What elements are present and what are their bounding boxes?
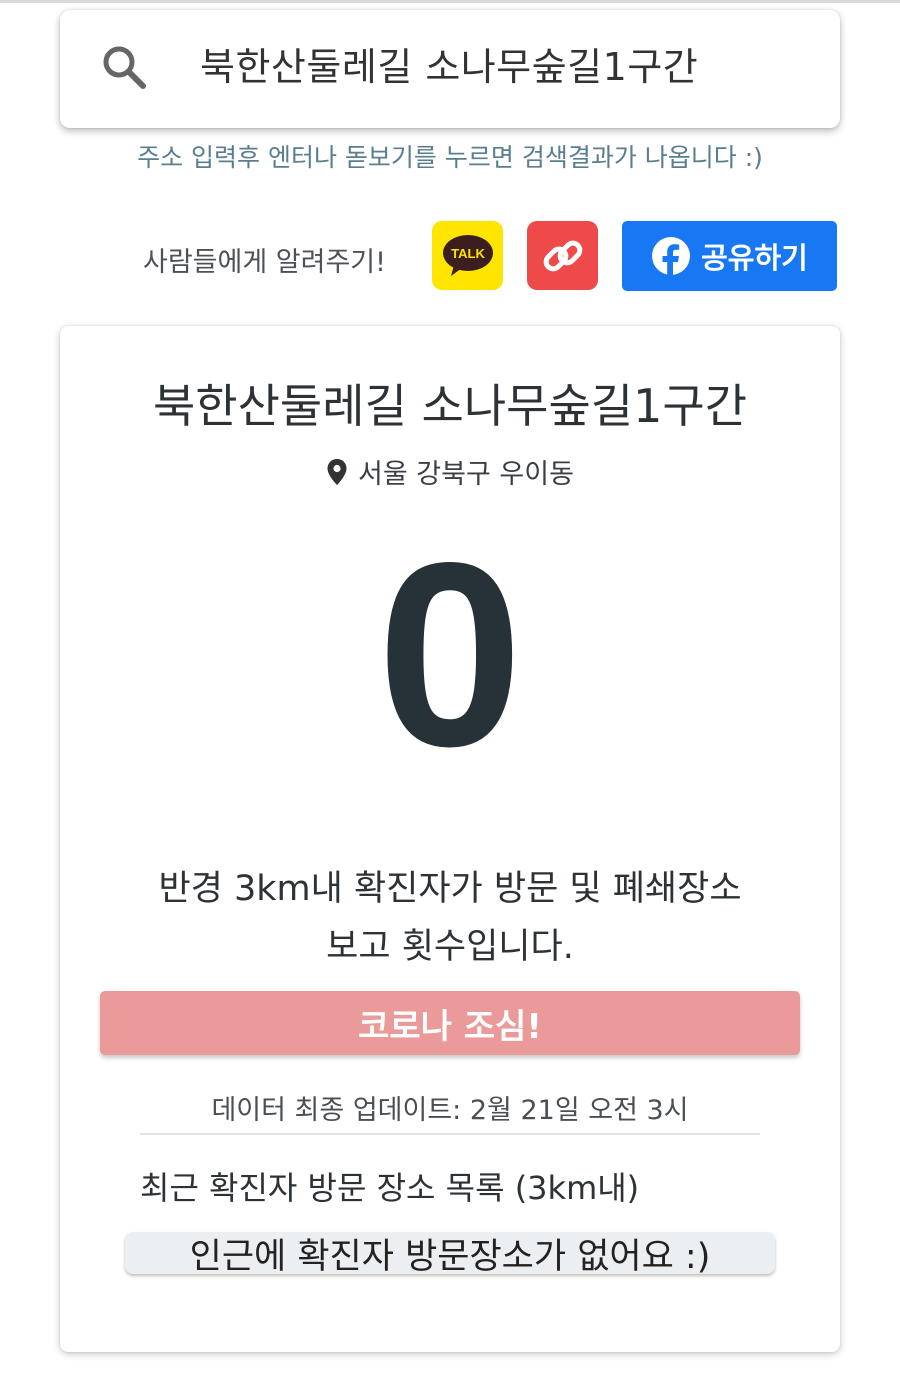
share-label: 사람들에게 알려주기!	[143, 247, 386, 278]
visit-count: 0	[377, 508, 523, 801]
facebook-share-label: 공유하기	[701, 241, 808, 275]
top-divider	[0, 0, 900, 3]
last-updated: 데이터 최종 업데이트: 2월 21일 오전 3시	[211, 1095, 689, 1126]
visit-list-title: 최근 확진자 방문 장소 목록 (3km내)	[140, 1169, 640, 1207]
kakao-share-button[interactable]: TALK	[432, 221, 503, 290]
facebook-share-button[interactable]: 공유하기	[622, 221, 837, 291]
search-input[interactable]: 북한산둘레길 소나무숲길1구간	[200, 36, 698, 91]
location-text: 서울 강북구 우이동	[358, 459, 574, 490]
place-title: 북한산둘레길 소나무숲길1구간	[152, 379, 748, 433]
covid-warning-button[interactable]: 코로나 조심!	[100, 991, 800, 1055]
description-line-1: 반경 3km내 확진자가 방문 및 폐쇄장소	[158, 869, 742, 909]
map-pin-icon	[327, 458, 347, 485]
empty-visits-message: 인근에 확진자 방문장소가 없어요 :)	[125, 1232, 775, 1277]
count-description: 반경 3km내 확진자가 방문 및 폐쇄장소 보고 횟수입니다.	[0, 860, 900, 976]
kakao-talk-text: TALK	[451, 246, 485, 261]
link-icon	[543, 240, 582, 271]
section-divider	[140, 1133, 760, 1135]
copy-link-button[interactable]	[527, 221, 598, 290]
place-location: 서울 강북구 우이동	[0, 452, 900, 491]
search-icon[interactable]	[100, 43, 148, 91]
kakaotalk-icon: TALK	[442, 234, 493, 276]
facebook-icon	[652, 237, 691, 276]
search-hint: 주소 입력후 엔터나 돋보기를 누르면 검색결과가 나옵니다 :)	[137, 143, 763, 172]
description-line-2: 보고 횟수입니다.	[326, 927, 574, 967]
